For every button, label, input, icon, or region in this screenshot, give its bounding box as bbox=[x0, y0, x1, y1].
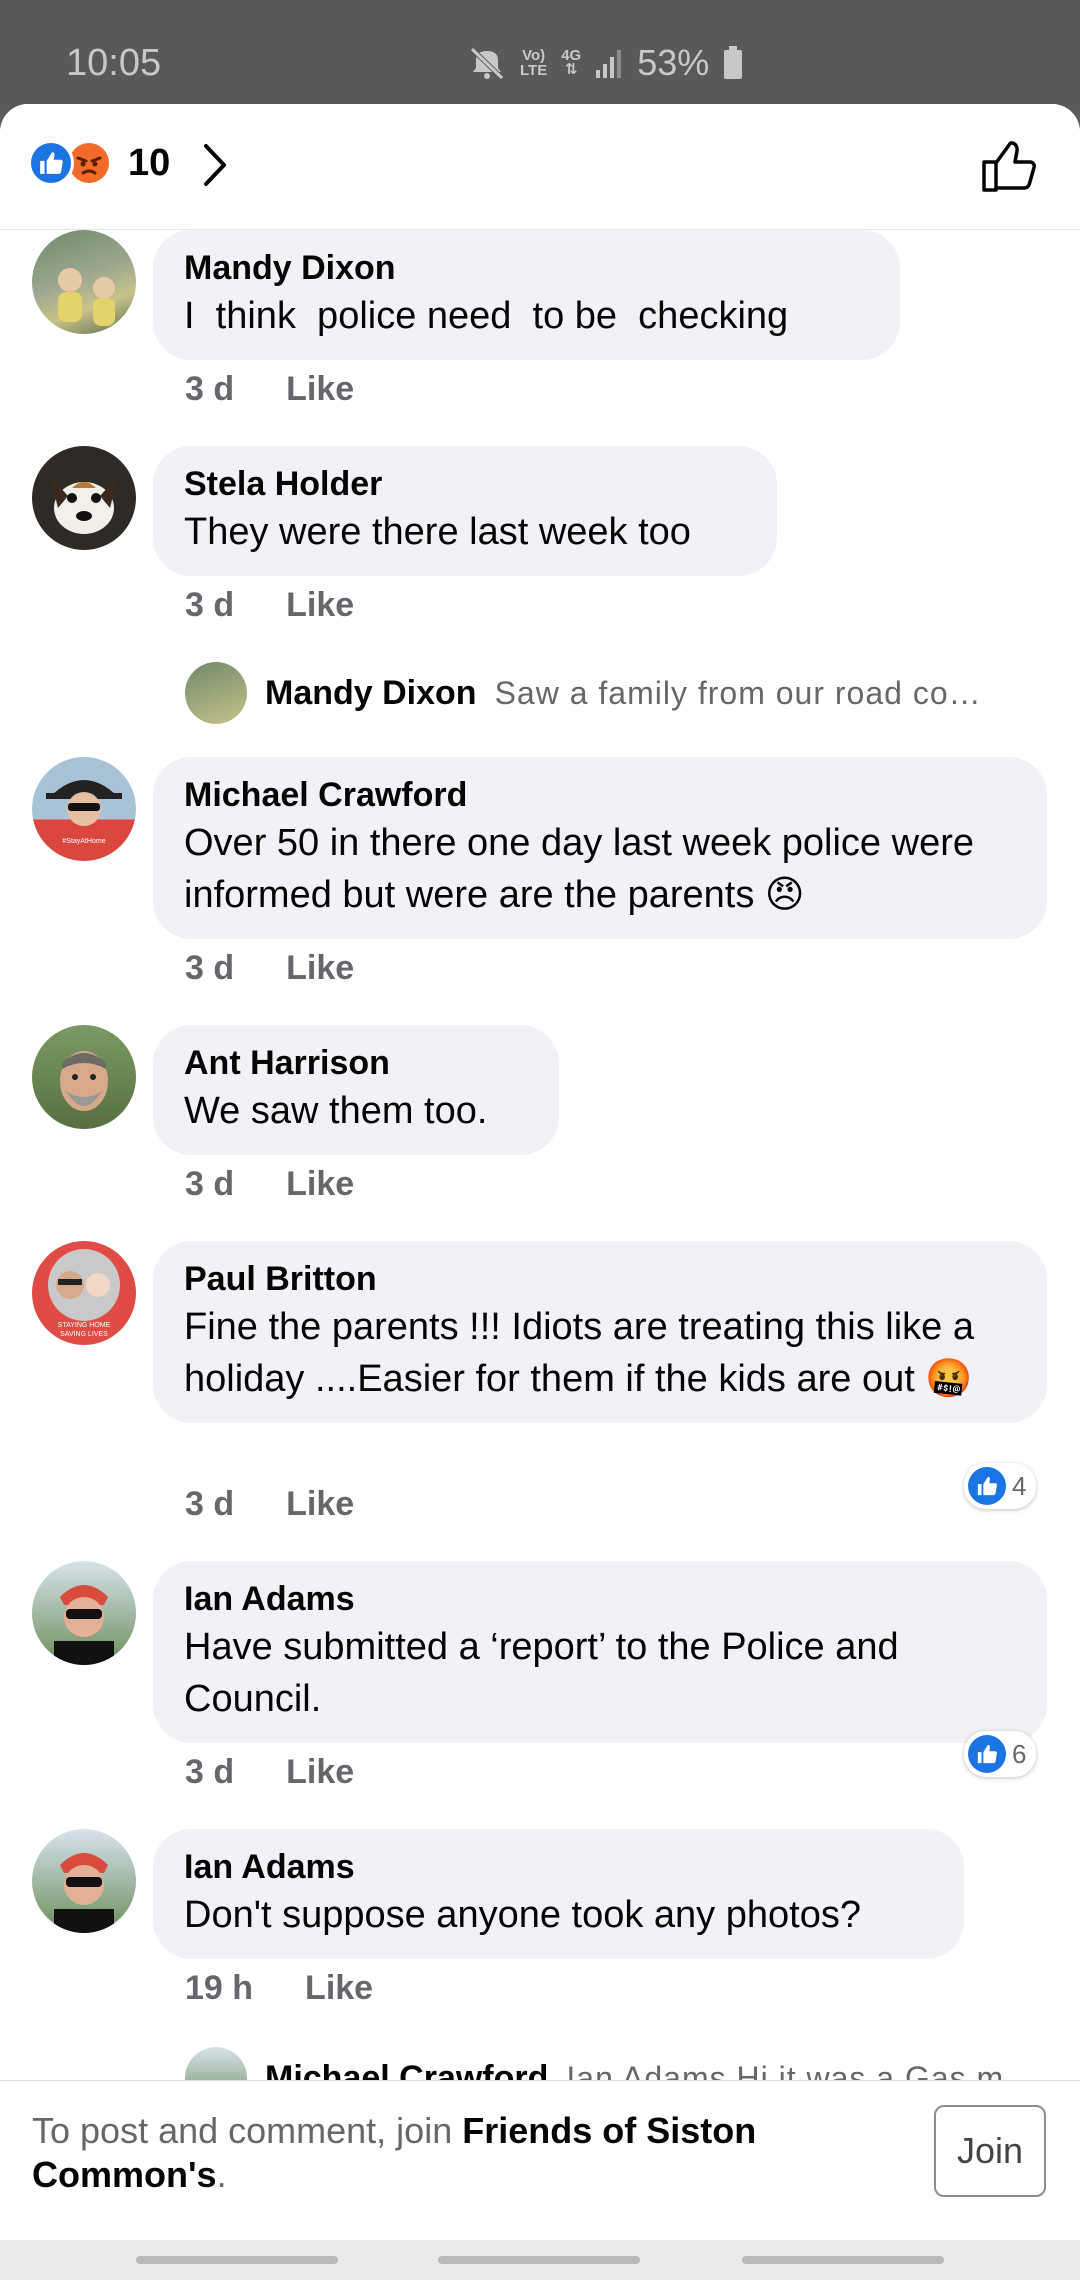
comment-like-badge[interactable]: 4 bbox=[964, 1463, 1037, 1509]
like-count: 4 bbox=[1012, 1470, 1027, 1501]
reply-author: Michael Crawford bbox=[265, 2058, 549, 2081]
comment-meta: 19 h Like bbox=[185, 1969, 373, 2008]
comment-text: We saw them too. bbox=[184, 1090, 488, 1132]
nav-back-handle[interactable] bbox=[742, 2256, 944, 2264]
comment-list: Mandy Dixon I think police need to be ch… bbox=[0, 230, 1080, 2080]
reply-preview[interactable]: Mandy Dixon Saw a family from our road c… bbox=[185, 662, 1045, 724]
comment-time: 3 d bbox=[185, 949, 235, 987]
comment-meta: 3 d Like bbox=[185, 949, 354, 988]
comment-time: 3 d bbox=[185, 1165, 235, 1203]
nav-home-handle[interactable] bbox=[438, 2256, 640, 2264]
like-icon bbox=[968, 1735, 1006, 1773]
nav-recents-handle[interactable] bbox=[136, 2256, 338, 2264]
like-count: 6 bbox=[1012, 1738, 1027, 1769]
comment-text: Have submitted a ‘report’ to the Police … bbox=[184, 1626, 910, 1720]
avatar[interactable] bbox=[32, 446, 136, 550]
avatar[interactable] bbox=[32, 1829, 136, 1933]
mute-icon bbox=[468, 46, 506, 80]
battery-icon bbox=[723, 46, 743, 80]
avatar[interactable] bbox=[32, 230, 136, 334]
status-bar: 10:05 Vo) LTE 4G ⇅ 53% bbox=[0, 0, 1080, 110]
comment-time: 19 h bbox=[185, 1969, 254, 2007]
data-arrows-icon: ⇅ bbox=[564, 61, 578, 78]
comment-text: They were there last week too bbox=[184, 511, 691, 553]
comment-time: 3 d bbox=[185, 1753, 235, 1791]
reply-text: Saw a family from our road co… bbox=[494, 674, 982, 711]
reply-avatar bbox=[185, 662, 247, 724]
comment-author[interactable]: Ian Adams bbox=[184, 1577, 1017, 1621]
svg-text:#StayAtHome: #StayAtHome bbox=[62, 838, 105, 845]
comment-like-button[interactable]: Like bbox=[305, 1969, 373, 2008]
comment-bubble[interactable]: Michael Crawford Over 50 in there one da… bbox=[153, 757, 1047, 939]
avatar[interactable] bbox=[32, 1025, 136, 1129]
network-4g: 4G ⇅ bbox=[561, 48, 581, 78]
like-icon bbox=[968, 1467, 1006, 1505]
signal-icon bbox=[595, 48, 623, 78]
comment-bubble[interactable]: Mandy Dixon I think police need to be ch… bbox=[153, 230, 900, 360]
comment-like-button[interactable]: Like bbox=[286, 1485, 354, 1524]
comment-meta: 3 d Like bbox=[185, 1753, 354, 1792]
svg-text:SAVING LIVES: SAVING LIVES bbox=[60, 1331, 108, 1338]
reply-text: Ian Adams Hi it was a Gas m bbox=[566, 2059, 1005, 2081]
join-button[interactable]: Join bbox=[934, 2105, 1046, 2197]
reactions-header: 10 bbox=[0, 104, 1080, 230]
comment-author[interactable]: Stela Holder bbox=[184, 462, 747, 506]
comment-like-button[interactable]: Like bbox=[286, 1753, 354, 1792]
comment-meta: 3 d Like bbox=[185, 370, 354, 409]
chevron-right-icon[interactable] bbox=[200, 142, 230, 193]
comment-time: 3 d bbox=[185, 370, 235, 408]
comment-author[interactable]: Michael Crawford bbox=[184, 773, 1017, 817]
avatar[interactable]: #StayAtHome bbox=[32, 757, 136, 861]
avatar[interactable] bbox=[32, 1561, 136, 1665]
comment-text: Over 50 in there one day last week polic… bbox=[184, 822, 985, 916]
comment-like-button[interactable]: Like bbox=[286, 1165, 354, 1204]
join-prompt: To post and comment, join Friends of Sis… bbox=[32, 2109, 812, 2197]
comment-bubble[interactable]: Paul Britton Fine the parents !!! Idiots… bbox=[153, 1241, 1047, 1423]
join-prompt-suffix: . bbox=[216, 2154, 227, 2195]
svg-text:STAYING HOME: STAYING HOME bbox=[58, 1322, 111, 1329]
reply-preview[interactable]: Michael Crawford Ian Adams Hi it was a G… bbox=[185, 2047, 1045, 2080]
comment-author[interactable]: Ant Harrison bbox=[184, 1041, 529, 1085]
comment-bubble[interactable]: Ian Adams Have submitted a ‘report’ to t… bbox=[153, 1561, 1047, 1743]
volte-icon: Vo) LTE bbox=[520, 47, 548, 79]
comment-author[interactable]: Ian Adams bbox=[184, 1845, 934, 1889]
comment-meta: 3 d Like bbox=[185, 1485, 354, 1524]
system-nav-bar bbox=[0, 2240, 1080, 2280]
avatar[interactable]: STAYING HOME SAVING LIVES bbox=[32, 1241, 136, 1345]
comment-like-button[interactable]: Like bbox=[286, 586, 354, 625]
comments-sheet: 10 Mandy Dixon I think police need to be… bbox=[0, 104, 1080, 2234]
join-prompt-prefix: To post and comment, join bbox=[32, 2110, 463, 2151]
comment-text: I think police need to be checking bbox=[184, 295, 789, 337]
join-footer: To post and comment, join Friends of Sis… bbox=[0, 2080, 1080, 2240]
comment-text: Don't suppose anyone took any photos? bbox=[184, 1894, 861, 1936]
battery-percent: 53% bbox=[637, 42, 710, 83]
comment-like-badge[interactable]: 6 bbox=[964, 1731, 1037, 1777]
reply-avatar bbox=[185, 2047, 247, 2080]
comment-bubble[interactable]: Stela Holder They were there last week t… bbox=[153, 446, 777, 576]
reactions-summary[interactable]: 10 bbox=[28, 140, 170, 186]
comment-like-button[interactable]: Like bbox=[286, 370, 354, 409]
status-icons: Vo) LTE 4G ⇅ 53% bbox=[468, 42, 743, 84]
comment-bubble[interactable]: Ian Adams Don't suppose anyone took any … bbox=[153, 1829, 964, 1959]
reaction-count: 10 bbox=[128, 141, 171, 184]
comment-like-button[interactable]: Like bbox=[286, 949, 354, 988]
reply-author: Mandy Dixon bbox=[265, 673, 477, 712]
comment-meta: 3 d Like bbox=[185, 586, 354, 625]
status-time: 10:05 bbox=[66, 42, 162, 84]
comment-author[interactable]: Paul Britton bbox=[184, 1257, 1017, 1301]
comment-time: 3 d bbox=[185, 1485, 235, 1523]
comment-author[interactable]: Mandy Dixon bbox=[184, 246, 870, 290]
comment-time: 3 d bbox=[185, 586, 235, 624]
comment-meta: 3 d Like bbox=[185, 1165, 354, 1204]
like-post-button[interactable] bbox=[980, 138, 1038, 199]
like-reaction-icon bbox=[28, 140, 74, 186]
comment-text: Fine the parents !!! Idiots are treating… bbox=[184, 1306, 985, 1400]
comment-bubble[interactable]: Ant Harrison We saw them too. bbox=[153, 1025, 559, 1155]
